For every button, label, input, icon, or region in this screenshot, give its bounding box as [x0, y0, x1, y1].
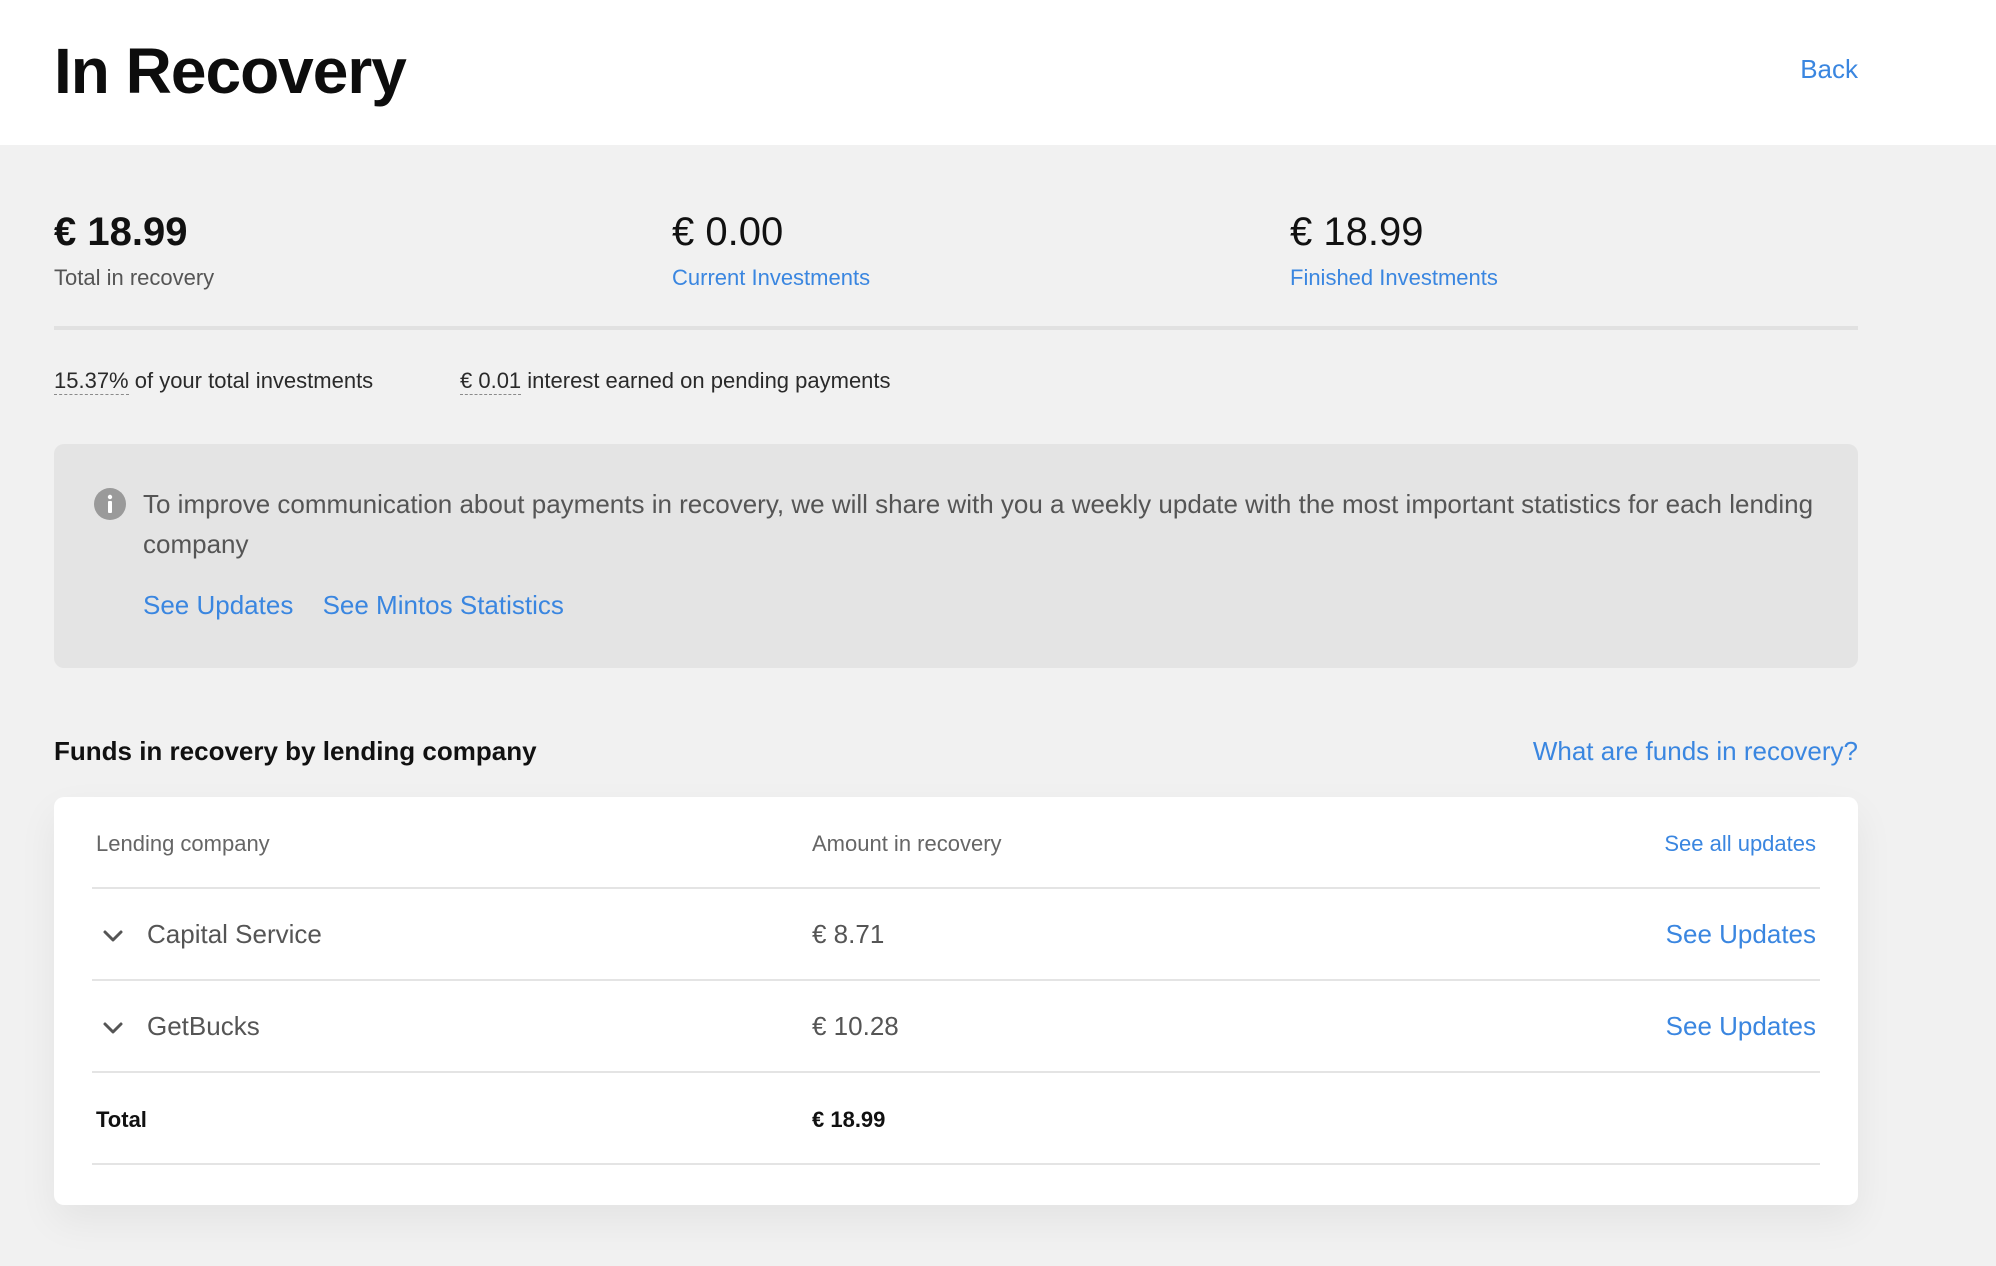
see-updates-link[interactable]: See Updates: [1666, 1011, 1816, 1042]
chevron-down-icon[interactable]: [102, 1017, 124, 1039]
current-investments-link[interactable]: Current Investments: [672, 265, 870, 291]
percent-value[interactable]: 15.37%: [54, 368, 129, 395]
see-all-updates-link[interactable]: See all updates: [1664, 831, 1816, 857]
total-amount: € 18.99: [54, 210, 188, 254]
summary-stats: € 18.99 Total in recovery € 0.00 Current…: [54, 210, 1858, 330]
info-notice: To improve communication about payments …: [54, 444, 1858, 668]
current-amount: € 0.00: [672, 210, 784, 254]
stat-current: € 0.00 Current Investments: [672, 210, 870, 291]
total-label: Total: [96, 1107, 147, 1132]
stat-finished: € 18.99 Finished Investments: [1290, 210, 1498, 291]
finished-amount: € 18.99: [1290, 210, 1424, 254]
table-header-row: Lending company Amount in recovery See a…: [92, 797, 1820, 889]
table-row[interactable]: Capital Service € 8.71 See Updates: [92, 889, 1820, 981]
info-icon: [94, 488, 126, 520]
total-label: Total in recovery: [54, 265, 215, 290]
recovery-table: Lending company Amount in recovery See a…: [54, 797, 1858, 1205]
see-updates-link[interactable]: See Updates: [143, 590, 293, 620]
percent-of-total: 15.37% of your total investments: [54, 368, 374, 395]
chevron-down-icon[interactable]: [102, 925, 124, 947]
table-row[interactable]: GetBucks € 10.28 See Updates: [92, 981, 1820, 1073]
company-name: Capital Service: [147, 919, 322, 949]
section-title: Funds in recovery by lending company: [54, 736, 537, 766]
interest-earned: € 0.01 interest earned on pending paymen…: [460, 368, 891, 395]
notice-text: To improve communication about payments …: [143, 489, 1814, 559]
column-header-company: Lending company: [96, 831, 270, 856]
interest-text: interest earned on pending payments: [521, 368, 891, 393]
notice-links: See Updates See Mintos Statistics: [143, 590, 586, 621]
amount-in-recovery: € 8.71: [812, 919, 885, 949]
back-link[interactable]: Back: [1800, 54, 1858, 85]
header-bar: In Recovery Back: [0, 0, 1996, 145]
amount-in-recovery: € 10.28: [812, 1011, 899, 1041]
column-header-amount: Amount in recovery: [812, 831, 1002, 856]
percent-text: of your total investments: [128, 368, 374, 393]
interest-value[interactable]: € 0.01: [460, 368, 522, 395]
stat-total: € 18.99 Total in recovery: [54, 210, 214, 291]
what-are-funds-in-recovery-link[interactable]: What are funds in recovery?: [1533, 736, 1858, 767]
company-name: GetBucks: [147, 1011, 260, 1041]
table-total-row: Total € 18.99: [92, 1073, 1820, 1165]
total-amount: € 18.99: [812, 1107, 886, 1132]
see-updates-link[interactable]: See Updates: [1666, 919, 1816, 950]
page-title: In Recovery: [54, 35, 407, 107]
see-mintos-statistics-link[interactable]: See Mintos Statistics: [323, 590, 564, 620]
finished-investments-link[interactable]: Finished Investments: [1290, 265, 1498, 291]
